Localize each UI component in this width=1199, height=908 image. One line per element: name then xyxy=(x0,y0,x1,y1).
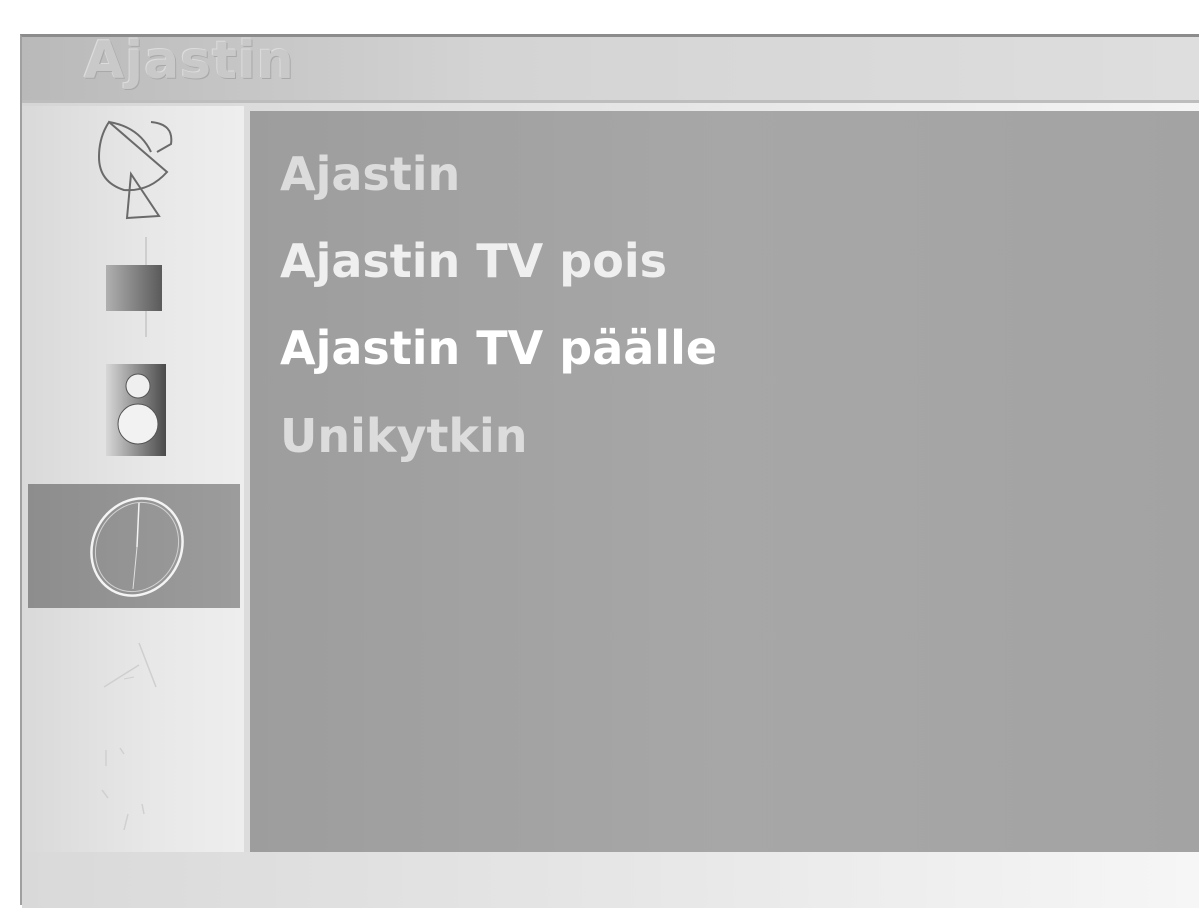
timer-clock-icon xyxy=(90,497,184,597)
setup-icon xyxy=(101,747,145,831)
page-title: Ajastin xyxy=(84,31,295,91)
sidebar-item-picture[interactable] xyxy=(28,228,240,346)
sidebar-item-audio[interactable] xyxy=(28,350,240,468)
menu-item-ajastin[interactable]: Ajastin xyxy=(280,147,460,201)
timer-menu-panel: Ajastin Ajastin TV pois Ajastin TV pääll… xyxy=(250,111,1199,852)
menu-item-off-timer[interactable]: Ajastin TV pois xyxy=(280,234,667,288)
sidebar-item-timer[interactable] xyxy=(28,484,240,608)
picture-icon xyxy=(106,237,162,337)
menu-sidebar xyxy=(22,106,244,886)
bottom-bar xyxy=(22,852,1199,908)
menu-item-on-timer[interactable]: Ajastin TV päälle xyxy=(280,321,717,375)
menu-item-sleep-timer[interactable]: Unikytkin xyxy=(280,409,528,463)
sidebar-item-special[interactable] xyxy=(28,616,240,734)
sidebar-item-station[interactable] xyxy=(28,108,240,226)
special-icon xyxy=(103,642,157,688)
title-bar: Ajastin xyxy=(22,31,1199,103)
sidebar-item-setup[interactable] xyxy=(28,726,240,844)
satellite-dish-icon xyxy=(97,120,173,220)
audio-speaker-icon xyxy=(106,364,166,456)
osd-menu-screen: Ajastin Ajastin Ajastin TV pois Ajastin … xyxy=(20,31,1199,908)
